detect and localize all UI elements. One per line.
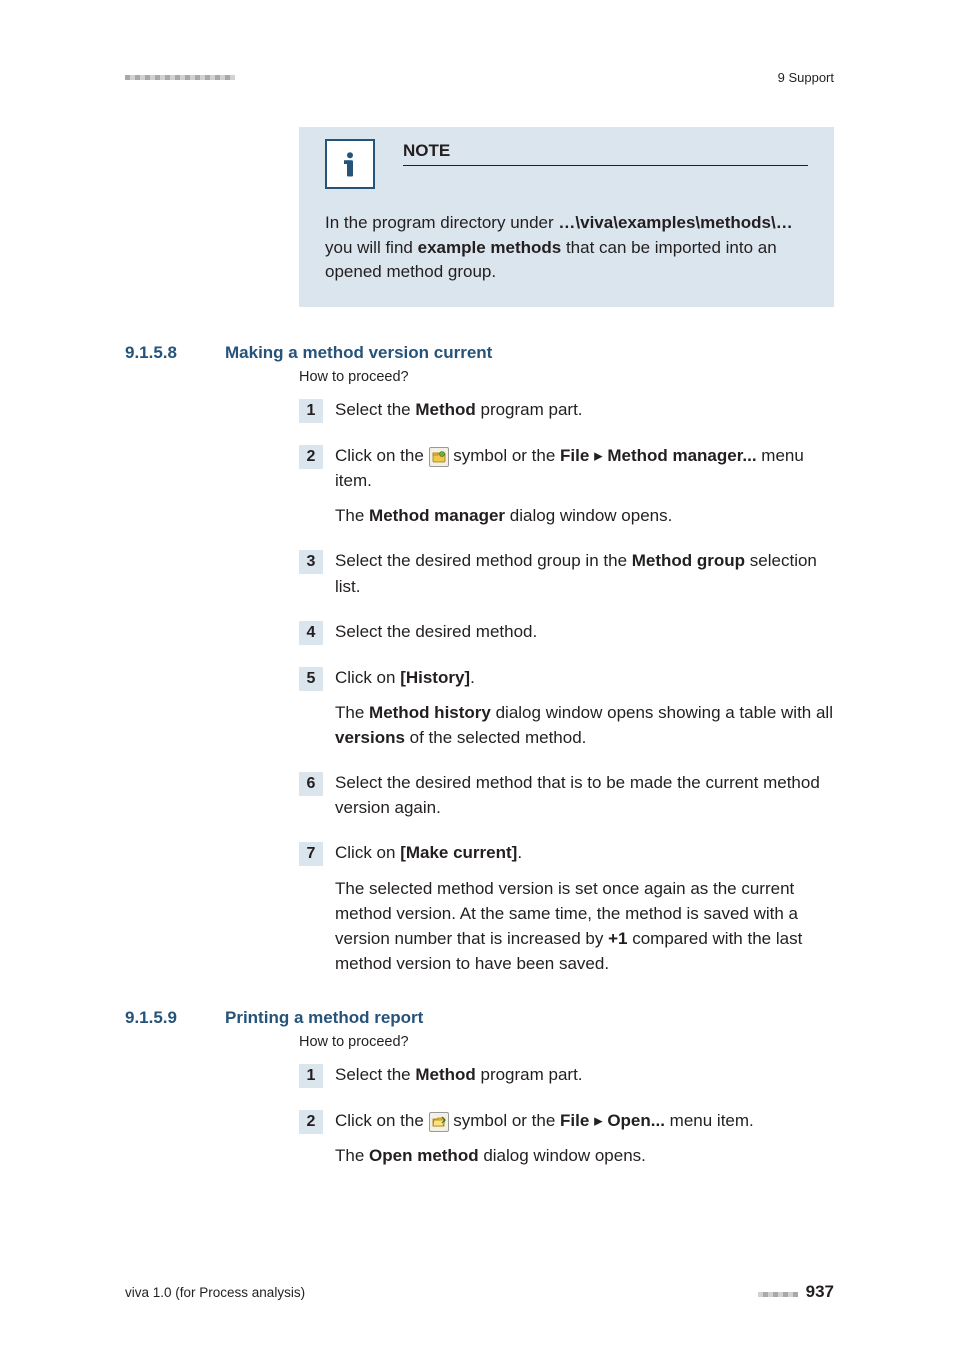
step-text: The — [335, 1146, 369, 1165]
steps-list: 1 Select the Method program part. 2 Clic… — [299, 1062, 834, 1168]
page-number: 937 — [806, 1282, 834, 1302]
step: 3 Select the desired method group in the… — [299, 548, 834, 598]
step-bold: Method — [415, 1065, 475, 1084]
step-number: 4 — [299, 621, 323, 645]
note-title: NOTE — [403, 141, 808, 166]
steps-list: 1 Select the Method program part. 2 Clic… — [299, 397, 834, 976]
step-text: The — [335, 506, 369, 525]
step-number: 1 — [299, 1064, 323, 1088]
step-text: program part. — [476, 1065, 583, 1084]
note-body: In the program directory under …\viva\ex… — [325, 189, 808, 285]
step: 1 Select the Method program part. — [299, 1062, 834, 1088]
footer-version: viva 1.0 (for Process analysis) — [125, 1285, 305, 1300]
step-bold: +1 — [608, 929, 627, 948]
step-text: menu item. — [665, 1111, 754, 1130]
page-header: 9 Support — [125, 70, 834, 85]
step: 2 Click on the symbol or the File ▸ Meth… — [299, 443, 834, 528]
step: 7 Click on [Make current]. The selected … — [299, 840, 834, 976]
header-ornament — [125, 75, 235, 80]
note-text: In the program directory under — [325, 213, 558, 232]
step-text: dialog window opens showing a table with… — [491, 703, 833, 722]
step-text: Select the desired method. — [335, 622, 537, 641]
step-number: 3 — [299, 550, 323, 574]
footer-ornament — [758, 1285, 798, 1300]
menu-file: File — [560, 1111, 589, 1130]
note-text: you will find — [325, 238, 418, 257]
step-text: The — [335, 703, 369, 722]
step-number: 1 — [299, 399, 323, 423]
method-manager-icon — [429, 447, 449, 467]
step-text: Select the desired method group in the — [335, 551, 632, 570]
step-text: Click on the — [335, 446, 429, 465]
section-title: Printing a method report — [225, 1008, 423, 1028]
step-text: dialog window opens. — [505, 506, 672, 525]
step-text: symbol or the — [449, 1111, 561, 1130]
step: 2 Click on the symbol or the File ▸ Open… — [299, 1108, 834, 1168]
section-number: 9.1.5.8 — [125, 343, 225, 363]
step-text: Click on the — [335, 1111, 429, 1130]
note-bold: example methods — [418, 238, 562, 257]
info-icon — [325, 139, 375, 189]
step-bold: Open method — [369, 1146, 479, 1165]
step-text: Click on — [335, 668, 400, 687]
step-text: Select the desired method that is to be … — [335, 773, 820, 817]
step-text: program part. — [476, 400, 583, 419]
step-number: 6 — [299, 772, 323, 796]
step-bold: [Make current] — [400, 843, 517, 862]
menu-method-manager: Method manager... — [607, 446, 756, 465]
section-heading: 9.1.5.8 Making a method version current — [125, 343, 834, 363]
step-text: of the selected method. — [405, 728, 586, 747]
step-number: 2 — [299, 445, 323, 469]
step-number: 7 — [299, 842, 323, 866]
step-text: Select the — [335, 1065, 415, 1084]
step-number: 2 — [299, 1110, 323, 1134]
step-text: symbol or the — [449, 446, 561, 465]
page: 9 Support NOTE In the program directory … — [0, 0, 954, 1350]
menu-open: Open... — [607, 1111, 665, 1130]
note-box: NOTE In the program directory under …\vi… — [299, 127, 834, 307]
step-bold: Method — [415, 400, 475, 419]
step-bold: Method history — [369, 703, 491, 722]
section-number: 9.1.5.9 — [125, 1008, 225, 1028]
step-text: Click on — [335, 843, 400, 862]
menu-arrow: ▸ — [589, 1111, 607, 1130]
chapter-label: 9 Support — [778, 70, 834, 85]
step: 5 Click on [History]. The Method history… — [299, 665, 834, 750]
howto-label: How to proceed? — [299, 369, 834, 385]
section-title: Making a method version current — [225, 343, 492, 363]
open-folder-icon — [429, 1112, 449, 1132]
step-bold: Method group — [632, 551, 745, 570]
step: 1 Select the Method program part. — [299, 397, 834, 423]
step-text: . — [470, 668, 475, 687]
step-text: dialog window opens. — [479, 1146, 646, 1165]
step-bold: versions — [335, 728, 405, 747]
step-text: . — [517, 843, 522, 862]
step-number: 5 — [299, 667, 323, 691]
step: 6 Select the desired method that is to b… — [299, 770, 834, 820]
step-text: Select the — [335, 400, 415, 419]
step: 4 Select the desired method. — [299, 619, 834, 645]
step-bold: Method manager — [369, 506, 505, 525]
section-heading: 9.1.5.9 Printing a method report — [125, 1008, 834, 1028]
note-path: …\viva\examples\methods\… — [558, 213, 792, 232]
menu-arrow: ▸ — [589, 446, 607, 465]
howto-label: How to proceed? — [299, 1034, 834, 1050]
page-footer: viva 1.0 (for Process analysis) 937 — [125, 1282, 834, 1302]
menu-file: File — [560, 446, 589, 465]
step-bold: [History] — [400, 668, 470, 687]
